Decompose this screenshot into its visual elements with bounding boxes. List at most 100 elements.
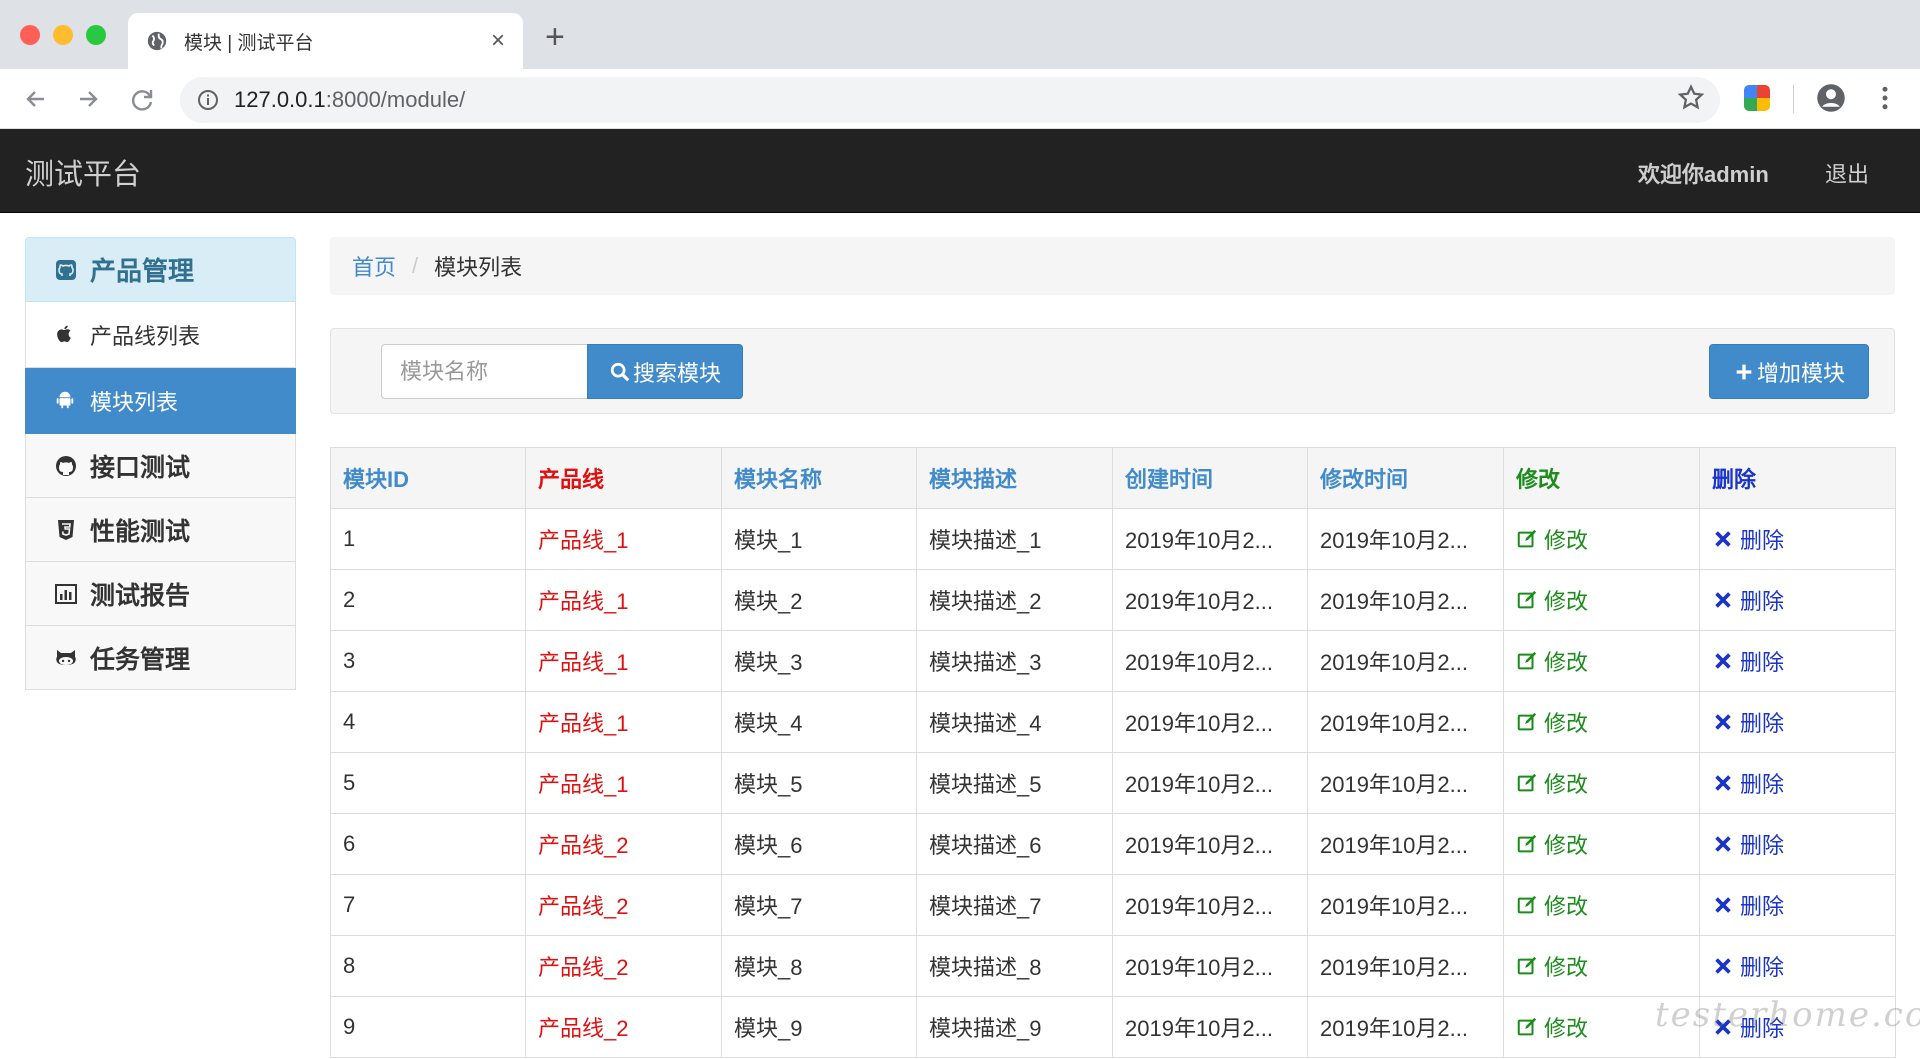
column-header-modified-time: 修改时间 [1307, 447, 1504, 509]
github-icon [54, 258, 78, 282]
table-row: 3 产品线_1 模块_3 模块描述_3 2019年10月2... 2019年10月2...… [330, 630, 1896, 692]
cell-product-line: 产品线_1 [525, 630, 722, 692]
sidebar-item-label: 性能测试 [90, 517, 191, 546]
delete-link[interactable]: 删除 [1712, 645, 1784, 677]
address-bar[interactable]: 127.0.0.1:8000/module/ [180, 77, 1720, 123]
cell-module-id: 3 [330, 630, 526, 692]
cell-module-desc: 模块描述_5 [916, 752, 1113, 814]
window-minimize-button[interactable] [53, 25, 73, 45]
github-icon [54, 454, 78, 478]
html5-icon [54, 518, 78, 542]
edit-link[interactable]: 修改 [1516, 889, 1588, 921]
delete-link[interactable]: 删除 [1712, 706, 1784, 738]
cell-module-name: 模块_2 [721, 569, 917, 631]
new-tab-button[interactable]: + [545, 20, 565, 54]
browser-tab[interactable]: 模块 | 测试平台 × [128, 13, 523, 69]
profile-avatar-icon[interactable] [1816, 83, 1846, 113]
delete-link[interactable]: 删除 [1712, 889, 1784, 921]
edit-link-label: 修改 [1544, 588, 1589, 614]
tab-close-icon[interactable]: × [491, 29, 505, 53]
column-header-module-name: 模块名称 [721, 447, 917, 509]
table-row: 1 产品线_1 模块_1 模块描述_1 2019年10月2... 2019年10月2...… [330, 508, 1896, 570]
table-row: 8 产品线_2 模块_8 模块描述_8 2019年10月2... 2019年10月2...… [330, 935, 1896, 997]
delete-x-icon [1715, 835, 1731, 852]
delete-x-icon [1715, 652, 1731, 669]
edit-link[interactable]: 修改 [1516, 767, 1588, 799]
cell-module-id: 4 [330, 691, 526, 753]
edit-link[interactable]: 修改 [1516, 950, 1588, 982]
tab-title: 模块 | 测试平台 [184, 32, 314, 54]
delete-link[interactable]: 删除 [1712, 767, 1784, 799]
logout-link[interactable]: 退出 [1825, 157, 1869, 189]
cell-module-id: 9 [330, 996, 526, 1058]
add-module-button[interactable]: 增加模块 [1709, 344, 1869, 399]
brand-title[interactable]: 测试平台 [25, 151, 141, 193]
edit-icon [1517, 834, 1537, 852]
cell-product-line: 产品线_2 [525, 874, 722, 936]
sidebar-header-product-management[interactable]: 产品管理 [25, 237, 296, 302]
watermark: testerhome.com [1655, 995, 1920, 1035]
cell-module-name: 模块_3 [721, 630, 917, 692]
sidebar-item-performance-test[interactable]: 性能测试 [25, 498, 296, 562]
sidebar-item-test-report[interactable]: 测试报告 [25, 562, 296, 626]
search-module-button[interactable]: 搜索模块 [587, 344, 743, 399]
delete-x-icon [1715, 957, 1731, 974]
breadcrumb-current: 模块列表 [434, 255, 523, 280]
globe-icon [147, 31, 167, 51]
cell-modified-time: 2019年10月2... [1307, 874, 1504, 936]
window-zoom-button[interactable] [86, 25, 106, 45]
bookmark-star-icon[interactable] [1676, 83, 1706, 113]
cell-modified-time: 2019年10月2... [1307, 752, 1504, 814]
cell-created-time: 2019年10月2... [1112, 569, 1308, 631]
sidebar-item-label: 接口测试 [90, 453, 191, 482]
edit-link-label: 修改 [1544, 1015, 1589, 1041]
sidebar: 产品管理 产品线列表 模块列表 接口测试 性能测试 测试报告 任务管理 [25, 237, 296, 690]
url-path: :8000/module/ [325, 87, 466, 112]
table-header-row: 模块ID 产品线 模块名称 模块描述 创建时间 修改时间 修改 删除 [330, 447, 1896, 509]
browser-toolbar: 127.0.0.1:8000/module/ [0, 69, 1920, 129]
app-navbar: 测试平台 欢迎你admin 退出 [0, 129, 1920, 213]
sidebar-item-product-lines[interactable]: 产品线列表 [25, 302, 296, 368]
info-icon[interactable] [196, 88, 220, 112]
edit-link[interactable]: 修改 [1516, 828, 1588, 860]
extension-icon[interactable] [1744, 85, 1770, 111]
sidebar-item-api-test[interactable]: 接口测试 [25, 434, 296, 498]
cell-modified-time: 2019年10月2... [1307, 935, 1504, 997]
cell-module-desc: 模块描述_2 [916, 569, 1113, 631]
module-name-search-input[interactable] [381, 344, 587, 399]
edit-icon [1517, 895, 1537, 913]
browser-menu-icon[interactable] [1870, 83, 1900, 113]
edit-link[interactable]: 修改 [1516, 523, 1588, 555]
edit-link[interactable]: 修改 [1516, 645, 1588, 677]
table-row: 5 产品线_1 模块_5 模块描述_5 2019年10月2... 2019年10月2...… [330, 752, 1896, 814]
window-close-button[interactable] [20, 25, 40, 45]
delete-link[interactable]: 删除 [1712, 584, 1784, 616]
forward-arrow-icon[interactable] [72, 83, 104, 115]
cell-edit: 修改 [1503, 752, 1700, 814]
delete-link[interactable]: 删除 [1712, 828, 1784, 860]
back-arrow-icon[interactable] [20, 83, 52, 115]
edit-link[interactable]: 修改 [1516, 584, 1588, 616]
delete-link[interactable]: 删除 [1712, 950, 1784, 982]
sidebar-item-task-management[interactable]: 任务管理 [25, 626, 296, 690]
breadcrumb: 首页 / 模块列表 [330, 237, 1895, 295]
cell-module-name: 模块_4 [721, 691, 917, 753]
sidebar-header-label: 产品管理 [90, 256, 195, 286]
cell-created-time: 2019年10月2... [1112, 996, 1308, 1058]
cell-product-line: 产品线_1 [525, 691, 722, 753]
edit-icon [1517, 773, 1537, 791]
edit-link[interactable]: 修改 [1516, 1011, 1588, 1043]
column-header-product-line: 产品线 [525, 447, 722, 509]
reload-icon[interactable] [126, 83, 158, 115]
cell-module-name: 模块_5 [721, 752, 917, 814]
delete-link[interactable]: 删除 [1712, 523, 1784, 555]
cell-module-id: 2 [330, 569, 526, 631]
breadcrumb-home-link[interactable]: 首页 [352, 250, 396, 282]
cell-module-desc: 模块描述_1 [916, 508, 1113, 570]
welcome-user[interactable]: 欢迎你admin [1638, 157, 1769, 189]
edit-link[interactable]: 修改 [1516, 706, 1588, 738]
cell-modified-time: 2019年10月2... [1307, 630, 1504, 692]
cell-edit: 修改 [1503, 691, 1700, 753]
sidebar-item-module-list[interactable]: 模块列表 [25, 368, 296, 434]
cell-edit: 修改 [1503, 935, 1700, 997]
